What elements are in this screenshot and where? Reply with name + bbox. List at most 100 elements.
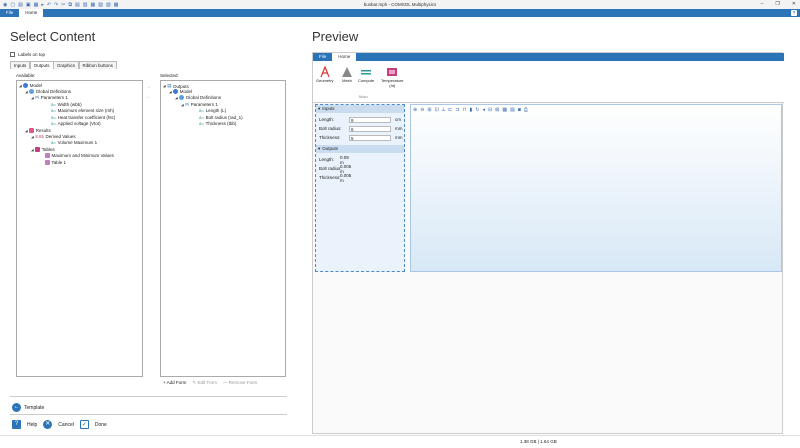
add-form-button[interactable]: + Add Form [163, 380, 186, 386]
home-tab[interactable]: Home [19, 9, 44, 17]
table-icon [45, 160, 50, 165]
tree-node-results[interactable]: ◢ Results [25, 128, 51, 133]
view-xy-icon[interactable]: ⊏ [448, 107, 452, 113]
checkbox-box[interactable] [10, 52, 15, 57]
collapse-icon: ▾ [318, 106, 321, 111]
zoom-out-icon[interactable]: ⊖ [420, 107, 424, 113]
thickness-input[interactable]: 5 [349, 134, 391, 141]
preview-home-tab[interactable]: Home [332, 53, 357, 61]
title-bar: ◉ ▢ ▤ ▣ ▦ ▸ ↶ ↷ ✂ ⧉ ▤ ▥ ▦ ▧ ▨ ▩ busbar.m… [0, 0, 800, 9]
cancel-icon: ✕ [43, 420, 53, 429]
form-buttons: + Add Form ✎ Edit Form — Remove Form [163, 380, 257, 386]
page-title: Select Content [10, 29, 96, 44]
tab-graphics[interactable]: Graphics [53, 61, 80, 69]
help-button[interactable]: Help [27, 422, 37, 428]
zoom-box-icon[interactable]: ⊞ [427, 107, 431, 113]
template-button[interactable]: ← Template [12, 403, 44, 412]
view-3d-icon[interactable]: ▮ [469, 107, 472, 113]
bolt-radius-input[interactable]: 6 [349, 125, 391, 132]
output-row-length: Length: 0.09 m [319, 154, 349, 165]
checkbox-label: Labels on top [18, 52, 46, 57]
add-to-selection-arrow-icon[interactable]: → [146, 84, 151, 90]
transparency-icon[interactable]: ▤ [510, 107, 515, 113]
preview-file-menu[interactable]: File [313, 53, 332, 61]
rotate-icon[interactable]: ↻ [475, 107, 479, 113]
parameter-icon: a= [51, 115, 57, 120]
tables-icon [35, 147, 41, 152]
graphics-toolbar: ⊕ ⊖ ⊞ ⊡ ⟂ ⊏ ⊐ ⊓ ▮ ↻ ◂ ⊟ ⊠ ▦ ▤ ◙ ⎙ [413, 107, 528, 113]
view-icon[interactable]: ⟂ [442, 107, 445, 113]
zoom-extents-icon[interactable]: ⊡ [435, 107, 439, 113]
tree-node-param-width[interactable]: a= Width (wbb) [51, 102, 82, 107]
tree-node-table-1[interactable]: Table 1 [45, 160, 66, 165]
compute-button[interactable]: Compute [358, 66, 374, 84]
input-row-length: Length: 9 cm [319, 116, 401, 123]
view-zx-icon[interactable]: ⊓ [463, 107, 467, 113]
preview-form-panel: ▾ Inputs Length: 9 cm Bolt radius: 6 mm T… [315, 104, 405, 272]
file-menu[interactable]: File [0, 9, 19, 17]
mesh-button[interactable]: Mesh [341, 66, 353, 84]
menu-bar: File Home [0, 9, 800, 17]
model-icon [23, 83, 29, 88]
input-row-bolt-radius: Bolt radius: 6 mm [319, 125, 403, 132]
tab-inputs[interactable]: Inputs [10, 61, 31, 69]
help-icon[interactable]: ? [791, 10, 797, 16]
tree-node-parameters[interactable]: ◢ Pi Parameters 1 [31, 95, 68, 100]
tree-node-selected-model[interactable]: ◢ Model [169, 89, 192, 94]
tree-node-selected-thickness[interactable]: a= Thickness (tbb) [199, 121, 236, 126]
tree-node-model[interactable]: ◢ Model [19, 83, 42, 88]
remove-form-button[interactable]: — Remove Form [223, 380, 257, 386]
edit-form-button[interactable]: ✎ Edit Form [192, 380, 217, 386]
tree-node-param-mh[interactable]: a= Maximum element size (mh) [51, 108, 114, 113]
restore-button[interactable]: ❐ [775, 1, 779, 7]
tab-outputs[interactable]: Outputs [29, 61, 54, 69]
pencil-icon: ✎ [192, 380, 197, 385]
tree-node-max-min-values[interactable]: Maximum and Minimum Values [45, 153, 114, 158]
tree-node-selected-parameters[interactable]: ◢ Pi Parameters 1 [181, 102, 218, 107]
geometry-icon [320, 66, 330, 78]
preview-menu-bar: File Home [313, 53, 784, 61]
wireframe-icon[interactable]: ⊠ [495, 107, 499, 113]
tree-node-volume-maximum[interactable]: a= Volume Maximum 1 [51, 140, 97, 145]
light-icon[interactable]: ◂ [482, 107, 485, 113]
graphics-window[interactable] [410, 104, 782, 272]
preview-title: Preview [312, 29, 359, 44]
geometry-button[interactable]: Geometry [316, 66, 334, 84]
tree-node-selected-length[interactable]: a= Length (L) [199, 108, 226, 113]
close-button[interactable]: ✕ [792, 1, 796, 7]
results-icon [29, 128, 35, 133]
memory-usage: 1.38 GB | 1.64 GB [520, 439, 557, 444]
view-yz-icon[interactable]: ⊐ [455, 107, 459, 113]
tree-node-param-htc[interactable]: a= Heat transfer coefficient (htc) [51, 115, 115, 120]
done-button[interactable]: Done [95, 422, 107, 428]
outputs-section-header[interactable]: ▾ Outputs [316, 145, 404, 153]
remove-from-selection-arrow-icon[interactable]: ← [146, 94, 151, 100]
preview-frame: File Home Geometry Mesh Compute Temperat… [312, 52, 784, 434]
print-icon[interactable]: ⎙ [524, 107, 528, 113]
cancel-button[interactable]: Cancel [58, 422, 74, 428]
tree-node-param-vtot[interactable]: a= Applied voltage (Vtot) [51, 121, 101, 126]
tree-node-derived-values[interactable]: ◢ 8.85 Derived Values [31, 134, 76, 139]
tree-node-selected-global-definitions[interactable]: ◢ Global Definitions [175, 95, 221, 100]
tree-node-selected-bolt-radius[interactable]: a= Bolt radius (rad_1) [199, 115, 243, 120]
labels-on-top-checkbox[interactable]: Labels on top [10, 52, 295, 57]
parameter-icon: a= [199, 121, 205, 126]
camera-icon[interactable]: ◙ [518, 107, 521, 113]
compute-icon [361, 70, 372, 75]
tree-node-global-definitions[interactable]: ◢ Global Definitions [25, 89, 71, 94]
grid-icon[interactable]: ▦ [502, 107, 507, 113]
mesh-icon [342, 67, 352, 77]
collapse-icon: ▾ [318, 146, 321, 151]
temperature-plot-icon [387, 68, 398, 76]
content-tabs: Inputs Outputs Graphics Ribbon buttons [10, 61, 295, 69]
divider [10, 414, 287, 415]
tab-ribbon-buttons[interactable]: Ribbon buttons [78, 61, 117, 69]
minimize-button[interactable]: – [761, 1, 764, 7]
select-icon[interactable]: ⊟ [488, 107, 492, 113]
temperature-button[interactable]: Temperature (ht) [381, 66, 403, 88]
length-input[interactable]: 9 [349, 116, 391, 123]
help-icon: ? [12, 420, 21, 429]
inputs-section-header[interactable]: ▾ Inputs [316, 105, 404, 113]
zoom-in-icon[interactable]: ⊕ [413, 107, 417, 113]
tree-node-tables[interactable]: ◢ Tables [31, 147, 55, 152]
